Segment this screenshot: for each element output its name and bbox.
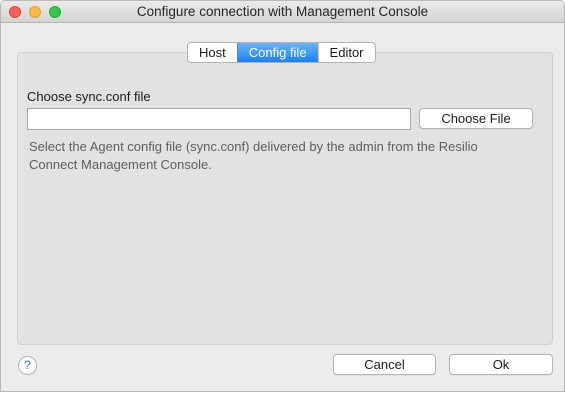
tab-editor[interactable]: Editor <box>317 43 375 62</box>
title-bar[interactable]: Configure connection with Management Con… <box>1 1 564 23</box>
cancel-button[interactable]: Cancel <box>333 354 436 375</box>
sync-conf-label: Choose sync.conf file <box>27 89 151 104</box>
tab-bar: Host Config file Editor <box>187 42 376 63</box>
choose-file-button[interactable]: Choose File <box>419 108 533 129</box>
config-dialog: Configure connection with Management Con… <box>0 0 565 392</box>
tab-host[interactable]: Host <box>188 43 237 62</box>
sync-conf-path-input[interactable] <box>27 108 411 130</box>
help-icon[interactable]: ? <box>18 356 37 375</box>
ok-button[interactable]: Ok <box>449 354 553 375</box>
tab-config-file[interactable]: Config file <box>236 43 318 62</box>
config-file-description: Select the Agent config file (sync.conf)… <box>29 139 478 172</box>
window-title: Configure connection with Management Con… <box>136 4 429 19</box>
